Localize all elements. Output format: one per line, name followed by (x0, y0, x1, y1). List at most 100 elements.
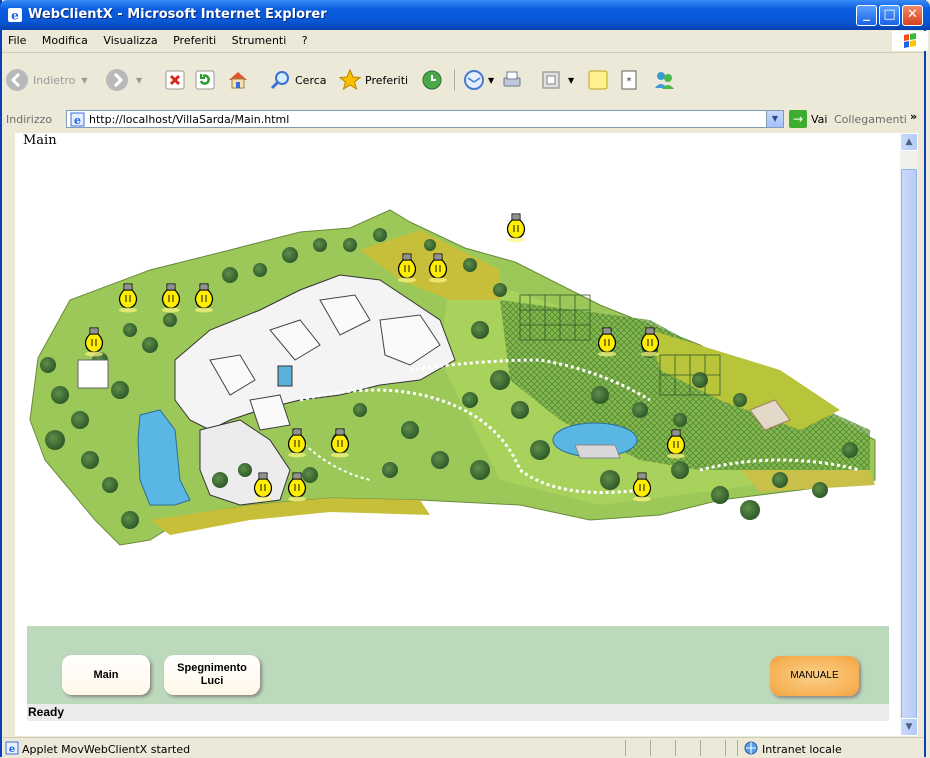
applet-status-text: Ready (28, 705, 65, 719)
notes-icon (588, 70, 608, 90)
print-icon (503, 71, 521, 87)
lights-off-button[interactable]: Spegnimento Luci (164, 655, 260, 695)
menu-help[interactable]: ? (296, 30, 314, 47)
search-label: Cerca (295, 73, 327, 87)
go-label: Vai (811, 112, 828, 126)
status-text: Applet MovWebClientX started (22, 743, 191, 756)
search-icon (270, 71, 289, 90)
back-dropdown-icon[interactable]: ▼ (81, 76, 87, 85)
light-bulb-icon[interactable] (160, 283, 182, 313)
forward-dropdown-icon[interactable]: ▼ (136, 76, 142, 85)
links-label[interactable]: Collegamenti (834, 113, 907, 126)
research-icon: * (621, 70, 637, 90)
close-button[interactable]: ✕ (902, 5, 923, 26)
light-bulb-icon[interactable] (252, 472, 274, 502)
favorites-button[interactable]: Preferiti (338, 67, 408, 93)
menu-modifica[interactable]: Modifica (36, 30, 94, 47)
svg-text:e: e (11, 9, 19, 23)
forward-button[interactable]: ▼ (104, 67, 142, 93)
edit-button[interactable]: ▼ (540, 67, 574, 93)
stop-icon (165, 70, 185, 90)
light-bulb-icon[interactable] (427, 253, 449, 283)
refresh-button[interactable] (194, 67, 216, 93)
back-label: Indietro (33, 73, 76, 87)
manual-button[interactable]: MANUALE (770, 656, 859, 696)
menu-bar: File Modifica Visualizza Preferiti Strum… (2, 30, 924, 53)
edit-dropdown-icon[interactable]: ▼ (568, 76, 574, 85)
links-expand-icon[interactable]: » (910, 110, 917, 123)
menu-strumenti[interactable]: Strumenti (226, 30, 293, 47)
status-bar: e Applet MovWebClientX started Intranet … (2, 737, 924, 758)
light-bulb-icon[interactable] (639, 327, 661, 357)
menu-visualizza[interactable]: Visualizza (97, 30, 163, 47)
standard-toolbar: Indietro ▼ ▼ Cerca Preferiti ▼ ▼ * (2, 53, 924, 108)
svg-text:*: * (627, 76, 632, 87)
status-separator (725, 740, 726, 756)
control-panel (27, 626, 889, 704)
status-separator (650, 740, 651, 756)
main-button-label: Main (93, 668, 119, 681)
status-separator (737, 740, 738, 756)
favorites-label: Preferiti (365, 73, 409, 87)
back-button[interactable]: Indietro ▼ (4, 67, 88, 93)
status-separator (675, 740, 676, 756)
mail-dropdown-icon[interactable]: ▼ (488, 76, 494, 85)
vertical-scrollbar[interactable]: ▲ ▼ (900, 133, 918, 736)
light-bulb-icon[interactable] (286, 428, 308, 458)
research-button[interactable]: * (618, 67, 640, 93)
home-icon (229, 72, 247, 89)
history-button[interactable] (420, 67, 444, 93)
mail-button[interactable]: ▼ (462, 67, 494, 93)
page-heading: Main (23, 133, 57, 148)
stop-button[interactable] (164, 67, 186, 93)
messenger-button[interactable] (652, 67, 676, 93)
go-icon: → (789, 110, 807, 128)
favorites-icon (338, 68, 362, 91)
refresh-icon (195, 70, 215, 90)
light-bulb-icon[interactable] (117, 283, 139, 313)
maximize-button[interactable]: □ (879, 5, 900, 26)
svg-text:e: e (9, 744, 15, 755)
applet-status: Ready (27, 704, 889, 721)
manual-button-label: MANUALE (790, 670, 839, 681)
address-input[interactable]: e http://localhost/VillaSarda/Main.html … (66, 110, 784, 128)
lights-off-label-line1: Spegnimento (177, 662, 247, 674)
menu-file[interactable]: File (2, 30, 32, 47)
light-bulb-icon[interactable] (396, 253, 418, 283)
light-bulb-icon[interactable] (596, 327, 618, 357)
mail-icon (464, 70, 484, 90)
history-icon (422, 70, 442, 90)
light-bulb-icon[interactable] (286, 472, 308, 502)
print-button[interactable] (500, 67, 524, 93)
status-separator (625, 740, 626, 756)
scroll-down-icon[interactable]: ▼ (900, 718, 918, 736)
page-icon: e (70, 112, 85, 127)
light-bulb-icon[interactable] (83, 327, 105, 357)
search-button[interactable]: Cerca (268, 67, 327, 93)
address-bar: Indirizzo e http://localhost/VillaSarda/… (2, 107, 924, 131)
page-status-icon: e (5, 741, 19, 755)
address-dropdown-icon[interactable]: ▼ (766, 111, 783, 127)
window-title: WebClientX - Microsoft Internet Explorer (28, 7, 327, 22)
toolbar-separator (454, 69, 455, 91)
address-url: http://localhost/VillaSarda/Main.html (89, 113, 290, 126)
light-bulb-icon[interactable] (329, 428, 351, 458)
light-bulb-icon[interactable] (631, 472, 653, 502)
scroll-up-icon[interactable]: ▲ (900, 133, 918, 151)
scroll-thumb[interactable] (901, 169, 917, 721)
status-separator (700, 740, 701, 756)
messenger-icon (655, 72, 674, 89)
address-label: Indirizzo (6, 113, 53, 126)
light-bulb-icon[interactable] (193, 283, 215, 313)
intranet-zone-icon (744, 741, 758, 755)
light-bulb-icon[interactable] (665, 429, 687, 459)
main-button[interactable]: Main (62, 655, 150, 695)
go-button[interactable]: → Vai (789, 110, 827, 128)
svg-text:e: e (74, 114, 81, 127)
notes-button[interactable] (586, 67, 610, 93)
light-bulb-icon[interactable] (505, 213, 527, 243)
lights-off-label-line2: Luci (200, 675, 224, 687)
menu-preferiti[interactable]: Preferiti (167, 30, 222, 47)
home-button[interactable] (226, 67, 250, 93)
minimize-button[interactable]: _ (856, 5, 877, 26)
